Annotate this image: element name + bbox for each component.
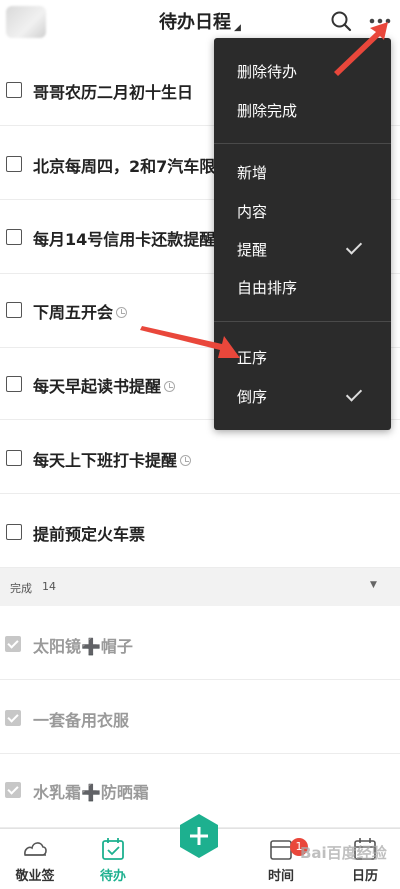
todo-text-wrap: 每天上下班打卡提醒 <box>33 447 192 471</box>
menu-item-free-sort[interactable]: 自由排序 <box>214 268 391 306</box>
plus-hexagon-icon[interactable] <box>178 813 220 859</box>
clock-icon <box>164 381 176 392</box>
menu-item-descending[interactable]: 倒序 <box>214 377 391 415</box>
menu-item-label: 自由排序 <box>237 279 298 297</box>
todo-checkbox[interactable] <box>6 524 22 540</box>
watermark: Bai百度经验 <box>300 844 387 862</box>
menu-item-label: 内容 <box>237 203 268 221</box>
menu-divider <box>214 321 391 322</box>
collapse-caret-icon[interactable]: ▼ <box>370 580 377 590</box>
checkmark-icon <box>345 238 363 255</box>
clock-icon <box>116 307 128 318</box>
todo-text-wrap: 下周五开会 <box>33 299 128 323</box>
menu-item-reminder[interactable]: 提醒 <box>214 230 391 268</box>
menu-item-label: 新增 <box>237 164 268 182</box>
menu-divider <box>214 143 391 144</box>
menu-item-delete-done[interactable]: 删除完成 <box>214 91 391 129</box>
nav-label: 时间 <box>267 869 294 884</box>
todo-checkbox[interactable] <box>6 302 22 318</box>
nav-label: 敬业签 <box>15 869 55 884</box>
done-item[interactable]: 一套备用衣服 <box>0 680 400 754</box>
todo-text: 每天早起读书提醒 <box>33 377 162 396</box>
todo-text: 提前预定火车票 <box>33 525 146 544</box>
done-section-header[interactable]: 完成 14 ▼ <box>0 568 400 606</box>
todo-checkbox[interactable] <box>6 229 22 245</box>
todo-text: 每月14号信用卡还款提醒 <box>33 230 216 249</box>
todo-item[interactable]: 提前预定火车票 <box>0 494 400 568</box>
todo-text-wrap: 每天早起读书提醒 <box>33 373 176 397</box>
annotation-arrow-icon <box>334 22 388 76</box>
done-label: 完成 <box>10 582 32 595</box>
todo-text: 北京每周四，2和7汽车限行 <box>33 157 232 176</box>
clock-icon <box>180 455 192 466</box>
done-count: 14 <box>42 580 56 593</box>
todo-text: 每天上下班打卡提醒 <box>33 451 178 470</box>
todo-item[interactable]: 每天上下班打卡提醒 <box>0 420 400 494</box>
done-checkbox[interactable] <box>5 782 21 798</box>
done-item[interactable]: 太阳镜➕帽子 <box>0 606 400 680</box>
menu-item-label: 删除完成 <box>237 102 298 120</box>
todo-checkbox[interactable] <box>6 82 22 98</box>
menu-item-label: 提醒 <box>237 241 268 259</box>
options-menu: 删除待办 删除完成 新增 内容 提醒 自由排序 正序 倒序 <box>214 38 391 430</box>
done-text: 太阳镜➕帽子 <box>33 637 133 656</box>
page-title-text: 待办日程 <box>159 12 232 33</box>
done-checkbox[interactable] <box>5 636 21 652</box>
checkmark-icon <box>345 385 363 402</box>
title-caret-icon: ◢ <box>234 23 241 33</box>
todo-checkbox[interactable] <box>6 156 22 172</box>
done-text: 一套备用衣服 <box>33 711 130 730</box>
annotation-arrow-icon <box>140 326 240 358</box>
menu-item-new[interactable]: 新增 <box>214 153 391 191</box>
calendar-check-icon <box>102 838 124 860</box>
cloud-logo-icon <box>24 842 47 856</box>
todo-text: 哥哥农历二月初十生日 <box>33 83 194 102</box>
todo-text: 下周五开会 <box>33 303 114 322</box>
done-text: 水乳霜➕防晒霜 <box>33 783 149 802</box>
nav-item-todo[interactable]: 待办 <box>78 829 148 889</box>
done-checkbox[interactable] <box>5 710 21 726</box>
menu-item-content[interactable]: 内容 <box>214 192 391 230</box>
nav-item-jingyeqian[interactable]: 敬业签 <box>0 829 70 889</box>
nav-label: 待办 <box>99 869 126 884</box>
todo-checkbox[interactable] <box>6 376 22 392</box>
menu-item-label: 删除待办 <box>237 63 298 81</box>
todo-checkbox[interactable] <box>6 450 22 466</box>
menu-item-label: 倒序 <box>237 388 268 406</box>
nav-label: 日历 <box>351 869 378 884</box>
